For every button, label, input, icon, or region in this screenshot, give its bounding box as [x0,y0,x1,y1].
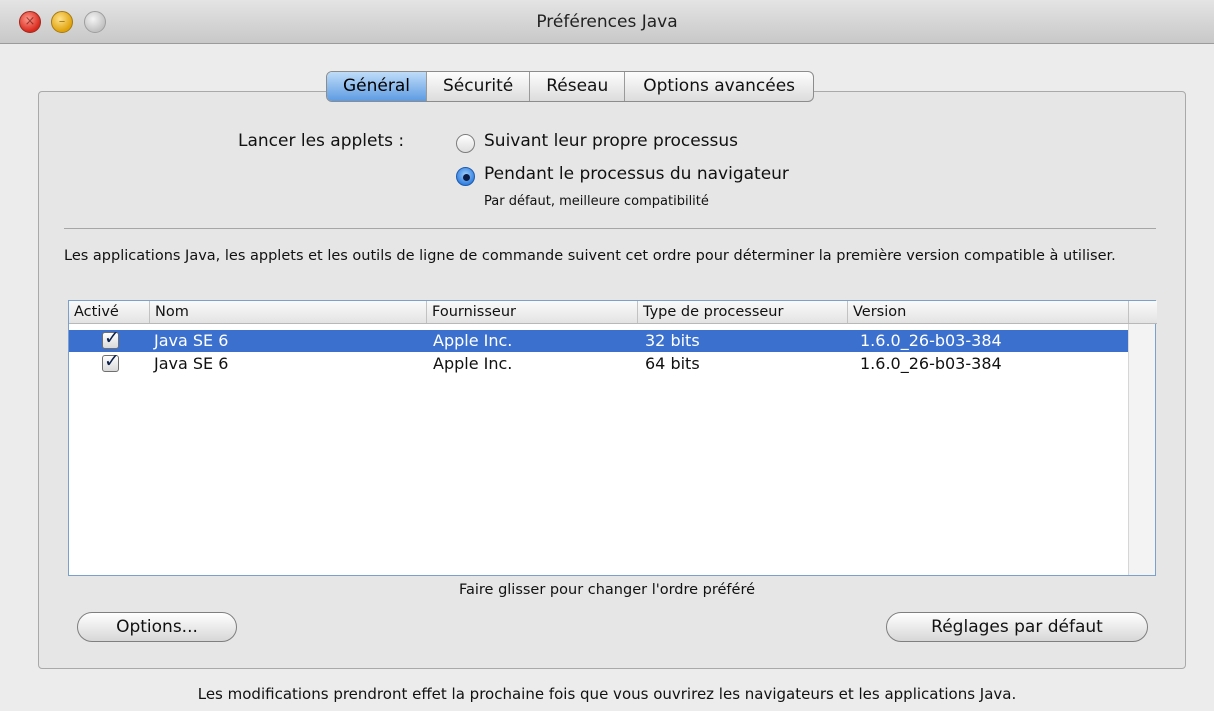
jvm-name: Java SE 6 [154,354,229,373]
tab-network[interactable]: Réseau [530,72,626,101]
jvm-vendor: Apple Inc. [433,331,513,350]
table-header: Activé Nom Fournisseur Type de processeu… [69,301,1157,324]
column-header-version[interactable]: Version [848,301,1129,323]
java-versions-table[interactable]: Activé Nom Fournisseur Type de processeu… [68,300,1157,576]
tab-security[interactable]: Sécurité [427,72,531,101]
jvm-version: 1.6.0_26-b03-384 [860,354,1002,373]
checkmark-icon: ✓ [104,327,120,349]
version-order-description: Les applications Java, les applets et le… [64,248,1116,264]
tab-general[interactable]: Général [327,72,427,101]
column-header-vendor[interactable]: Fournisseur [427,301,638,323]
table-row[interactable]: ✓ Java SE 6 Apple Inc. 32 bits 1.6.0_26-… [69,327,1129,352]
enabled-checkbox[interactable]: ✓ [102,327,120,349]
browser-process-radio[interactable] [456,167,475,186]
own-process-radio[interactable] [456,134,475,153]
footer-note: Les modifications prendront effet la pro… [197,685,1017,703]
jvm-name: Java SE 6 [154,331,229,350]
tab-bar: Général Sécurité Réseau Options avancées [326,71,815,102]
title-bar: × – Préférences Java [0,0,1214,44]
enabled-checkbox[interactable]: ✓ [102,350,120,372]
drag-hint: Faire glisser pour changer l'ordre préfé… [458,582,756,598]
table-row[interactable]: ✓ Java SE 6 Apple Inc. 64 bits 1.6.0_26-… [69,350,1129,375]
options-button[interactable]: Options... [77,612,237,642]
own-process-label[interactable]: Suivant leur propre processus [484,131,738,151]
restore-defaults-button[interactable]: Réglages par défaut [886,612,1148,642]
jvm-processor: 32 bits [645,331,700,350]
launch-applets-label: Lancer les applets : [238,131,405,151]
default-compatibility-note: Par défaut, meilleure compatibilité [484,194,709,209]
tab-advanced[interactable]: Options avancées [625,72,813,101]
radio-dot-icon [463,174,470,181]
jvm-processor: 64 bits [645,354,700,373]
column-header-name[interactable]: Nom [150,301,427,323]
window-title: Préférences Java [536,12,678,32]
column-header-processor[interactable]: Type de processeur [638,301,848,323]
column-header-enabled[interactable]: Activé [69,301,150,323]
jvm-vendor: Apple Inc. [433,354,513,373]
table-scrollbar[interactable] [1128,324,1155,575]
browser-process-label[interactable]: Pendant le processus du navigateur [484,164,789,184]
jvm-version: 1.6.0_26-b03-384 [860,331,1002,350]
separator [64,228,1156,229]
checkmark-icon: ✓ [104,350,120,372]
